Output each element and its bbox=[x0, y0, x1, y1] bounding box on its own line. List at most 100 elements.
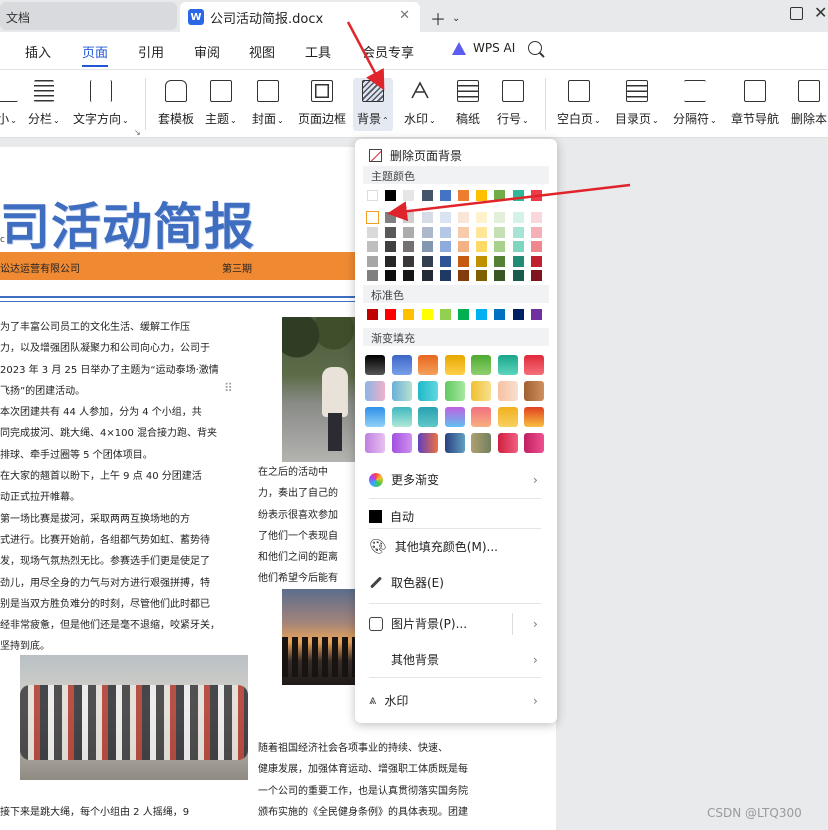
tab-close-icon[interactable]: ✕ bbox=[399, 8, 410, 23]
theme-color-swatch[interactable] bbox=[439, 190, 451, 201]
theme-shade-swatch[interactable] bbox=[367, 255, 378, 267]
theme-shade-swatch[interactable] bbox=[439, 212, 451, 223]
new-tab-button[interactable]: ＋ ⌄ bbox=[430, 6, 460, 30]
gradient-swatch[interactable] bbox=[471, 355, 491, 375]
gradient-swatch[interactable] bbox=[524, 355, 544, 375]
menu-review[interactable]: 审阅 bbox=[194, 42, 220, 61]
theme-shade-swatch[interactable] bbox=[421, 241, 433, 253]
theme-shade-swatch[interactable] bbox=[476, 212, 488, 223]
gradient-swatch[interactable] bbox=[418, 355, 438, 375]
ribbon-separator-button[interactable]: 分隔符⌄ bbox=[673, 80, 717, 127]
standard-color-swatch[interactable] bbox=[385, 309, 397, 320]
standard-color-swatch[interactable] bbox=[439, 309, 451, 320]
tab-inactive[interactable]: 文档 bbox=[0, 2, 177, 30]
ribbon-line-number-button[interactable]: 行号⌄ bbox=[497, 80, 529, 127]
theme-shade-swatch[interactable] bbox=[439, 226, 451, 238]
gradient-swatch[interactable] bbox=[391, 407, 412, 427]
standard-color-swatch[interactable] bbox=[367, 309, 378, 320]
ribbon-blank-page-button[interactable]: 空白页⌄ bbox=[557, 80, 601, 127]
photo-running[interactable] bbox=[282, 317, 356, 462]
other-fill-color-item[interactable]: 🎨︎ 其他填充颜色(M)... bbox=[369, 538, 498, 555]
theme-shade-swatch[interactable] bbox=[530, 212, 542, 223]
theme-shade-swatch[interactable] bbox=[512, 226, 524, 238]
theme-shade-swatch[interactable] bbox=[421, 270, 433, 282]
ribbon-size-button[interactable]: 小⌄ bbox=[0, 80, 18, 127]
menu-page[interactable]: 页面 bbox=[82, 42, 108, 61]
theme-color-swatch[interactable] bbox=[385, 190, 397, 201]
gradient-swatch[interactable] bbox=[524, 381, 544, 401]
color-picker-item[interactable]: 取色器(E) bbox=[369, 574, 444, 591]
ribbon-manuscript-button[interactable]: 稿纸 bbox=[456, 80, 480, 127]
ribbon-page-border-button[interactable]: 页面边框 bbox=[298, 80, 346, 127]
theme-color-swatch[interactable] bbox=[458, 190, 469, 201]
theme-shade-swatch[interactable] bbox=[385, 212, 397, 223]
theme-shade-swatch[interactable] bbox=[476, 270, 488, 282]
gradient-swatch[interactable] bbox=[444, 407, 465, 427]
gradient-swatch[interactable] bbox=[391, 433, 412, 453]
menu-member[interactable]: 会员专享 bbox=[362, 42, 414, 61]
theme-shade-swatch[interactable] bbox=[385, 226, 397, 238]
gradient-swatch[interactable] bbox=[444, 355, 465, 375]
theme-shade-swatch[interactable] bbox=[494, 270, 506, 282]
theme-shade-swatch[interactable] bbox=[494, 241, 506, 253]
theme-shade-swatch[interactable] bbox=[494, 255, 506, 267]
theme-shade-swatch[interactable] bbox=[385, 270, 397, 282]
theme-shade-swatch[interactable] bbox=[458, 270, 469, 282]
theme-shade-swatch[interactable] bbox=[403, 212, 415, 223]
drag-handle-icon[interactable]: ⠿ bbox=[224, 381, 233, 395]
more-gradients-item[interactable]: 更多渐变 › bbox=[369, 471, 538, 488]
selected-color-swatch[interactable] bbox=[366, 211, 379, 224]
theme-shade-swatch[interactable] bbox=[439, 241, 451, 253]
theme-shade-swatch[interactable] bbox=[385, 255, 397, 267]
gradient-swatch[interactable] bbox=[418, 407, 438, 427]
standard-color-swatch[interactable] bbox=[530, 309, 542, 320]
theme-shade-swatch[interactable] bbox=[403, 226, 415, 238]
gradient-swatch[interactable] bbox=[497, 355, 518, 375]
gradient-swatch[interactable] bbox=[471, 407, 491, 427]
gradient-swatch[interactable] bbox=[471, 433, 491, 453]
theme-color-swatch[interactable] bbox=[421, 190, 433, 201]
theme-shade-swatch[interactable] bbox=[512, 270, 524, 282]
theme-color-swatch[interactable] bbox=[512, 190, 524, 201]
ribbon-toc-page-button[interactable]: 目录页⌄ bbox=[615, 80, 659, 127]
expand-dialog-icon[interactable]: ↘ bbox=[134, 128, 141, 137]
gradient-swatch[interactable] bbox=[391, 355, 412, 375]
ribbon-delete-page-button[interactable]: 删除本 bbox=[791, 80, 827, 127]
gradient-swatch[interactable] bbox=[418, 381, 438, 401]
theme-shade-swatch[interactable] bbox=[403, 255, 415, 267]
theme-shade-swatch[interactable] bbox=[512, 255, 524, 267]
gradient-swatch[interactable] bbox=[497, 381, 518, 401]
standard-color-swatch[interactable] bbox=[458, 309, 469, 320]
watermark-item[interactable]: ⩓ 水印 › bbox=[369, 692, 538, 709]
theme-shade-swatch[interactable] bbox=[439, 255, 451, 267]
theme-color-swatch[interactable] bbox=[367, 190, 378, 201]
theme-color-swatch[interactable] bbox=[476, 190, 488, 201]
theme-color-swatch[interactable] bbox=[403, 190, 415, 201]
ribbon-theme-button[interactable]: 主题⌄ bbox=[205, 80, 237, 127]
gradient-swatch[interactable] bbox=[524, 407, 544, 427]
gradient-swatch[interactable] bbox=[444, 381, 465, 401]
menu-view[interactable]: 视图 bbox=[249, 42, 275, 61]
theme-shade-swatch[interactable] bbox=[421, 255, 433, 267]
theme-shade-swatch[interactable] bbox=[530, 270, 542, 282]
standard-color-swatch[interactable] bbox=[403, 309, 415, 320]
ribbon-section-nav-button[interactable]: 章节导航 bbox=[731, 80, 779, 127]
tab-active-document[interactable]: W 公司活动简报.docx ✕ bbox=[180, 2, 420, 32]
theme-color-swatch[interactable] bbox=[530, 190, 542, 201]
chevron-right-icon[interactable]: › bbox=[533, 617, 538, 631]
gradient-swatch[interactable] bbox=[391, 381, 412, 401]
gradient-swatch[interactable] bbox=[497, 433, 518, 453]
theme-shade-swatch[interactable] bbox=[367, 226, 378, 238]
theme-shade-swatch[interactable] bbox=[385, 241, 397, 253]
gradient-swatch[interactable] bbox=[471, 381, 491, 401]
gradient-swatch[interactable] bbox=[524, 433, 544, 453]
theme-shade-swatch[interactable] bbox=[421, 226, 433, 238]
image-background-item[interactable]: 图片背景(P)... › bbox=[369, 615, 538, 632]
wps-ai-button[interactable]: WPS AI bbox=[452, 41, 515, 55]
theme-shade-swatch[interactable] bbox=[530, 226, 542, 238]
gradient-swatch[interactable] bbox=[365, 381, 385, 401]
theme-shade-swatch[interactable] bbox=[367, 241, 378, 253]
menu-insert[interactable]: 插入 bbox=[25, 42, 51, 61]
ribbon-watermark-button[interactable]: 水印⌄ bbox=[404, 80, 436, 127]
theme-shade-swatch[interactable] bbox=[494, 212, 506, 223]
